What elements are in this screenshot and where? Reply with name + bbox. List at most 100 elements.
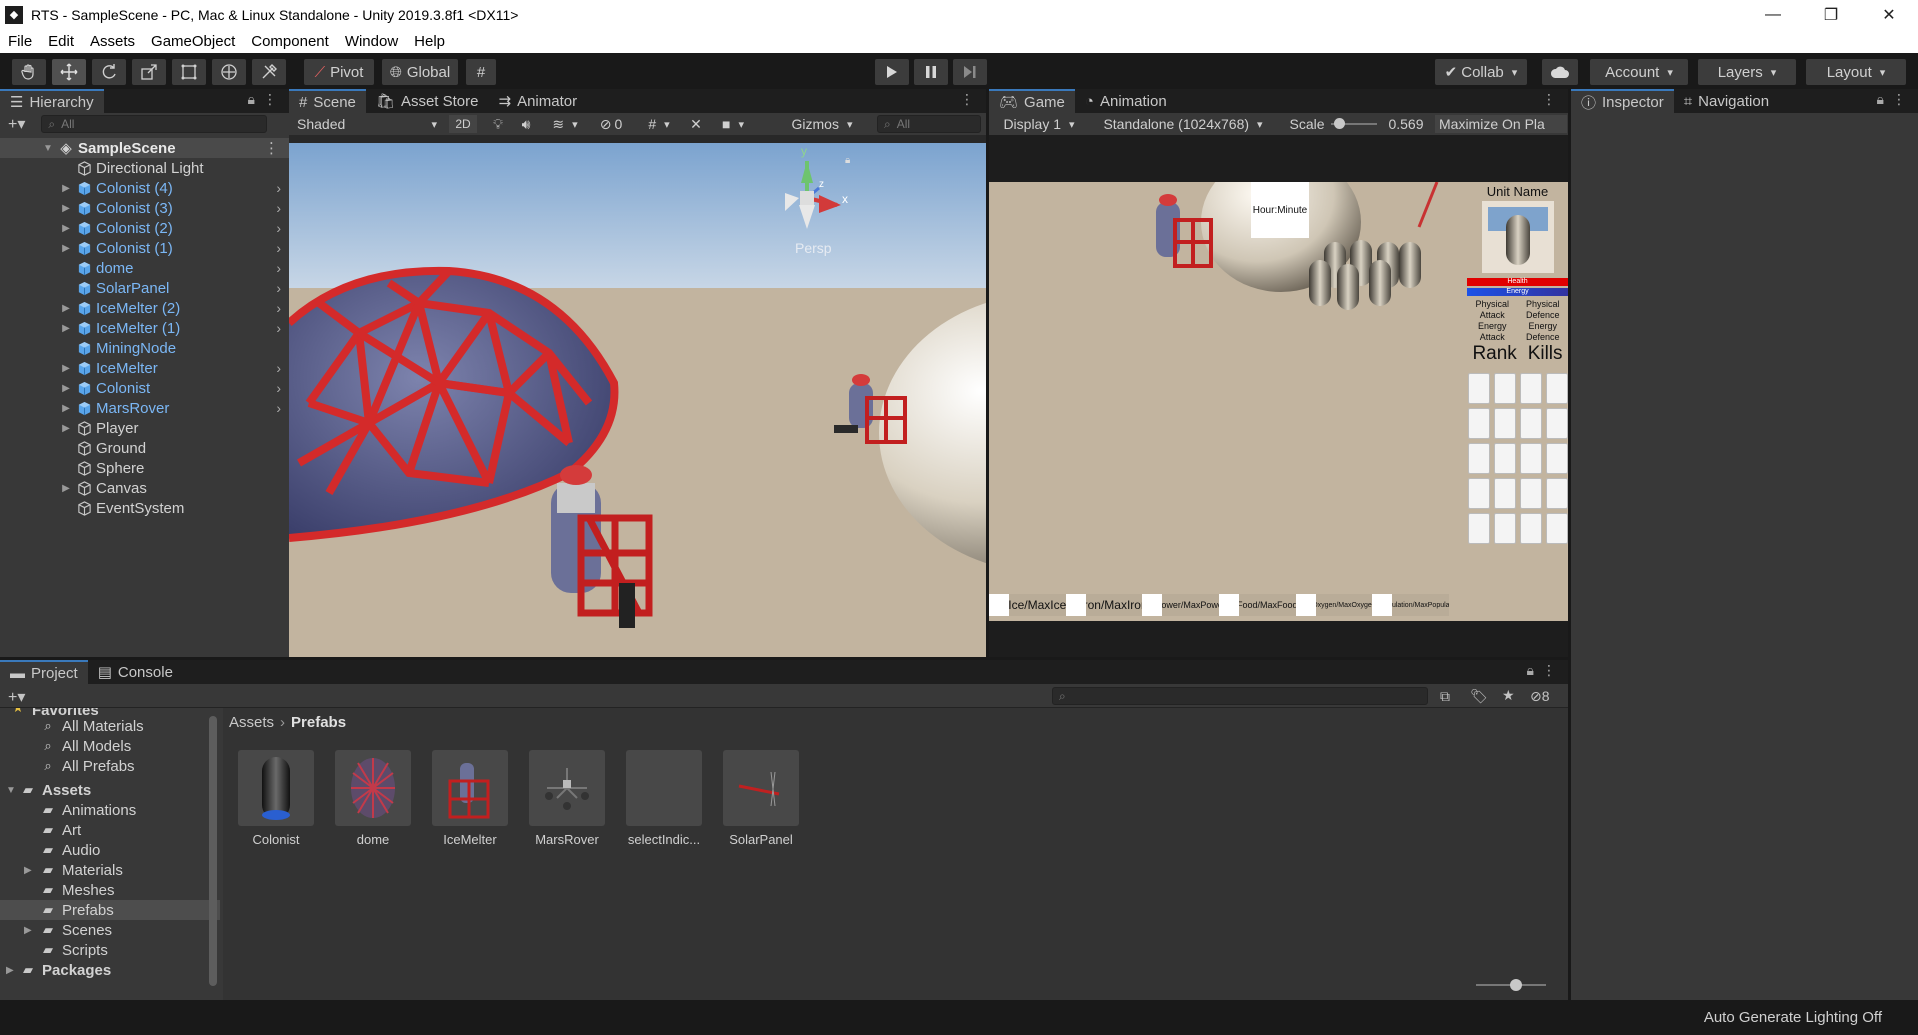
chevron-right-icon[interactable]: › [276, 300, 281, 316]
hand-tool-icon[interactable] [12, 59, 46, 85]
favorites-row[interactable]: ★ Favorites [0, 708, 220, 716]
hierarchy-item[interactable]: ▶ Canvas [0, 478, 289, 498]
ability-slot[interactable] [1493, 478, 1516, 509]
chevron-right-icon[interactable]: › [276, 280, 281, 296]
asset-tile-colonist[interactable]: Colonist [236, 750, 316, 847]
chevron-right-icon[interactable]: › [276, 380, 281, 396]
ability-slot[interactable] [1519, 513, 1542, 544]
grid-snap-icon[interactable]: # [466, 59, 496, 85]
folder-item[interactable]: ▶ ▰ Scenes [0, 920, 220, 940]
thumbnail-size-slider[interactable] [1476, 979, 1546, 991]
chevron-right-icon[interactable]: › [276, 360, 281, 376]
chevron-right-icon[interactable]: › [276, 240, 281, 256]
fold-open-icon[interactable]: ▼ [42, 143, 54, 154]
maximize-button[interactable]: ❐ [1802, 0, 1860, 29]
fold-closed-icon[interactable]: ▶ [24, 925, 32, 936]
favorite-item[interactable]: ⌕ All Materials [0, 716, 220, 736]
play-button[interactable] [875, 59, 909, 85]
ability-slot[interactable] [1493, 443, 1516, 474]
hierarchy-item[interactable]: ▶ Colonist (2) › [0, 218, 289, 238]
ability-slot[interactable] [1545, 408, 1568, 439]
shading-mode-dropdown[interactable]: Shaded [293, 115, 441, 133]
ability-slot[interactable] [1467, 408, 1490, 439]
menu-component[interactable]: Component [243, 33, 337, 50]
fold-closed-icon[interactable]: ▶ [60, 203, 72, 214]
hierarchy-item[interactable]: ▶ Colonist (1) › [0, 238, 289, 258]
chevron-right-icon[interactable]: › [276, 200, 281, 216]
gizmos-dropdown[interactable]: Gizmos [779, 115, 865, 133]
scale-slider-knob[interactable] [1334, 118, 1345, 129]
folder-item[interactable]: ▰ Art [0, 820, 220, 840]
menu-edit[interactable]: Edit [40, 33, 82, 50]
ability-slot[interactable] [1545, 373, 1568, 404]
asset-tile-selectindicator[interactable]: selectIndic... [624, 750, 704, 847]
fold-closed-icon[interactable]: ▶ [60, 223, 72, 234]
display-dropdown[interactable]: Display 1 [993, 115, 1085, 133]
mode-2d-button[interactable]: 2D [449, 115, 477, 133]
rotate-tool-icon[interactable] [92, 59, 126, 85]
breadcrumb-assets[interactable]: Assets [229, 714, 274, 731]
hierarchy-item[interactable]: ▶ IceMelter (1) › [0, 318, 289, 338]
ability-slot[interactable] [1519, 443, 1542, 474]
panel-menu-icon[interactable]: ⋮ [960, 91, 974, 108]
hierarchy-scene-row[interactable]: ▼ ◈ SampleScene ⋮ [0, 138, 289, 158]
folder-item[interactable]: ▰ Scripts [0, 940, 220, 960]
tab-console[interactable]: ▤ Console [88, 660, 183, 684]
menu-assets[interactable]: Assets [82, 33, 143, 50]
panel-menu-icon[interactable]: ⋮ [1542, 662, 1556, 679]
chevron-right-icon[interactable]: › [276, 220, 281, 236]
audio-toggle-icon[interactable]: 🔊︎ [513, 115, 539, 133]
rect-tool-icon[interactable] [172, 59, 206, 85]
fold-closed-icon[interactable]: ▶ [60, 363, 72, 374]
fold-closed-icon[interactable]: ▶ [60, 323, 72, 334]
hierarchy-item[interactable]: ▶ Colonist (4) › [0, 178, 289, 198]
tab-project[interactable]: ▬ Project [0, 660, 88, 684]
fold-closed-icon[interactable]: ▶ [60, 383, 72, 394]
hierarchy-item[interactable]: ▶ IceMelter › [0, 358, 289, 378]
ability-slot[interactable] [1467, 443, 1490, 474]
asset-tile-solarpanel[interactable]: SolarPanel [721, 750, 801, 847]
tab-inspector[interactable]: ⓘ Inspector [1571, 89, 1674, 113]
minimize-button[interactable]: — [1744, 0, 1802, 29]
ability-slot[interactable] [1545, 513, 1568, 544]
ability-slot[interactable] [1467, 373, 1490, 404]
lock-icon[interactable]: 🔒︎ [248, 91, 255, 108]
custom-tool-icon[interactable] [252, 59, 286, 85]
fold-closed-icon[interactable]: ▶ [60, 483, 72, 494]
tools-toggle-icon[interactable]: ✕ [683, 115, 709, 133]
hierarchy-item[interactable]: SolarPanel › [0, 278, 289, 298]
hidden-packages-toggle[interactable]: ⊘8 [1530, 688, 1550, 705]
folder-item[interactable]: ▶ ▰ Materials [0, 860, 220, 880]
tab-animation[interactable]: ◔ Animation [1075, 89, 1177, 113]
ability-slot[interactable] [1519, 478, 1542, 509]
fold-closed-icon[interactable]: ▶ [60, 183, 72, 194]
menu-window[interactable]: Window [337, 33, 406, 50]
layers-dropdown[interactable]: Layers [1698, 59, 1796, 85]
game-viewport[interactable]: Hour:Minute Unit Name Health Energy Phys… [989, 182, 1568, 621]
ability-slot[interactable] [1467, 478, 1490, 509]
hierarchy-item[interactable]: Sphere [0, 458, 289, 478]
ability-slot[interactable] [1493, 408, 1516, 439]
ability-slot[interactable] [1545, 443, 1568, 474]
scale-tool-icon[interactable] [132, 59, 166, 85]
scale-slider[interactable] [1329, 115, 1379, 133]
menu-help[interactable]: Help [406, 33, 453, 50]
hierarchy-item[interactable]: ▶ MarsRover › [0, 398, 289, 418]
create-plus-icon[interactable]: +▾ [8, 687, 25, 707]
fold-closed-icon[interactable]: ▶ [60, 403, 72, 414]
ability-slot[interactable] [1493, 513, 1516, 544]
project-search-input[interactable]: ⌕ [1052, 687, 1428, 705]
fold-closed-icon[interactable]: ▶ [60, 243, 72, 254]
pause-button[interactable] [914, 59, 948, 85]
hierarchy-item[interactable]: ▶ Colonist (3) › [0, 198, 289, 218]
chevron-right-icon[interactable]: › [276, 320, 281, 336]
step-button[interactable] [953, 59, 987, 85]
layout-dropdown[interactable]: Layout [1806, 59, 1906, 85]
hierarchy-item[interactable]: MiningNode [0, 338, 289, 358]
hierarchy-item[interactable]: dome › [0, 258, 289, 278]
tab-asset-store[interactable]: 🛍︎ Asset Store [366, 89, 489, 113]
thumbnail-size-knob[interactable] [1510, 979, 1522, 991]
ability-slot[interactable] [1493, 373, 1516, 404]
hierarchy-item[interactable]: ▶ Colonist › [0, 378, 289, 398]
folder-item[interactable]: ▰ Audio [0, 840, 220, 860]
